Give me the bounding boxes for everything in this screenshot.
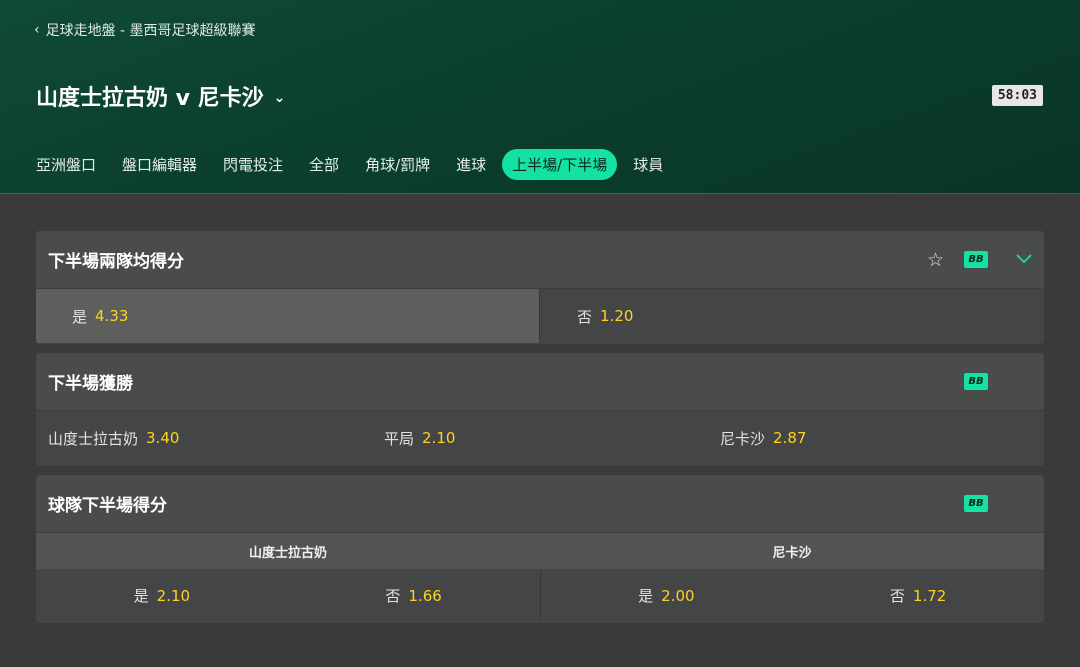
selection-label: 山度士拉古奶	[48, 429, 139, 448]
odds-value: 2.00	[661, 586, 695, 605]
bet-builder-badge: BB	[964, 251, 988, 268]
market-title: 下半場獲勝	[48, 374, 133, 394]
home-team-header: 山度士拉古奶	[248, 545, 327, 561]
tab-halves[interactable]: 上半場/下半場	[502, 148, 618, 180]
tab-asian-handicap[interactable]: 亞洲盤口	[26, 149, 106, 180]
selection-label: 否	[577, 307, 593, 326]
selection-label: 平局	[384, 429, 415, 448]
selection-label: 是	[638, 587, 654, 605]
odds-value: 1.72	[912, 586, 947, 605]
tab-flash-bets[interactable]: 閃電投注	[213, 149, 293, 180]
team-headers: 山度士拉古奶 尼卡沙	[36, 533, 1044, 569]
selection-label: 否	[889, 587, 905, 605]
bet-builder-badge: BB	[964, 373, 988, 390]
selection-label: 否	[385, 587, 401, 605]
odds-home-no-button[interactable]: 否 1.66	[288, 569, 540, 622]
match-selector[interactable]: 山度士拉古奶 v 尼卡沙 ⌄	[36, 80, 285, 112]
odds-draw-button[interactable]: 平局 2.10	[372, 411, 708, 465]
tab-corners-cards[interactable]: 角球/罰牌	[355, 149, 440, 180]
tab-all[interactable]: 全部	[299, 149, 349, 180]
odds-away-button[interactable]: 尼卡沙 2.87	[708, 411, 1044, 465]
chevron-down-icon[interactable]	[1016, 249, 1032, 268]
market-win-2h: 下半場獲勝 BB 山度士拉古奶 3.40 平局 2.10 尼卡沙 2.87	[36, 353, 1044, 466]
odds-yes-button[interactable]: 是 4.33	[36, 289, 539, 343]
odds-value: 1.20	[600, 307, 634, 325]
star-icon[interactable]: ☆	[927, 249, 944, 271]
breadcrumb[interactable]: ‹ 足球走地盤 - 墨西哥足球超級聯賽	[34, 20, 256, 40]
market-title: 下半場兩隊均得分	[48, 252, 184, 272]
chevron-left-icon: ‹	[34, 22, 40, 38]
breadcrumb-label: 足球走地盤 - 墨西哥足球超級聯賽	[45, 23, 256, 39]
selection-label: 是	[72, 307, 88, 326]
selection-label: 是	[133, 587, 149, 605]
odds-value: 4.33	[95, 307, 129, 325]
selection-label: 尼卡沙	[720, 429, 766, 448]
market-header[interactable]: 下半場兩隊均得分 ☆ BB	[36, 231, 1044, 289]
odds-home-yes-button[interactable]: 是 2.10	[36, 569, 288, 622]
away-team-header: 尼卡沙	[772, 545, 812, 561]
odds-home-button[interactable]: 山度士拉古奶 3.40	[36, 411, 372, 465]
market-header[interactable]: 球隊下半場得分 BB	[36, 475, 1044, 533]
tab-players[interactable]: 球員	[623, 149, 673, 180]
odds-no-button[interactable]: 否 1.20	[540, 289, 1044, 343]
chevron-down-icon: ⌄	[273, 90, 286, 106]
match-title: 山度士拉古奶 v 尼卡沙	[36, 86, 264, 111]
odds-away-yes-button[interactable]: 是 2.00	[541, 569, 793, 622]
odds-value: 2.87	[773, 429, 807, 447]
odds-value: 1.66	[408, 586, 442, 605]
tab-goals[interactable]: 進球	[446, 149, 496, 180]
odds-value: 3.40	[146, 429, 180, 447]
bet-builder-badge: BB	[964, 495, 988, 512]
tab-bet-builder[interactable]: 盤口編輯器	[112, 149, 207, 180]
odds-value: 2.10	[156, 586, 191, 605]
market-header[interactable]: 下半場獲勝 BB	[36, 353, 1044, 411]
market-team-score-2h: 球隊下半場得分 BB 山度士拉古奶 尼卡沙 是 2.10 否 1.66 是 2.…	[36, 475, 1044, 623]
match-header: ‹ 足球走地盤 - 墨西哥足球超級聯賽 山度士拉古奶 v 尼卡沙 ⌄ 58:03…	[0, 0, 1080, 194]
market-tabs: 亞洲盤口 盤口編輯器 閃電投注 全部 角球/罰牌 進球 上半場/下半場 球員	[26, 148, 673, 180]
market-btts-2h: 下半場兩隊均得分 ☆ BB 是 4.33 否 1.20	[36, 231, 1044, 344]
odds-value: 2.10	[422, 429, 456, 447]
match-clock: 58:03	[991, 85, 1043, 106]
market-title: 球隊下半場得分	[48, 496, 167, 516]
odds-away-no-button[interactable]: 否 1.72	[792, 569, 1044, 622]
